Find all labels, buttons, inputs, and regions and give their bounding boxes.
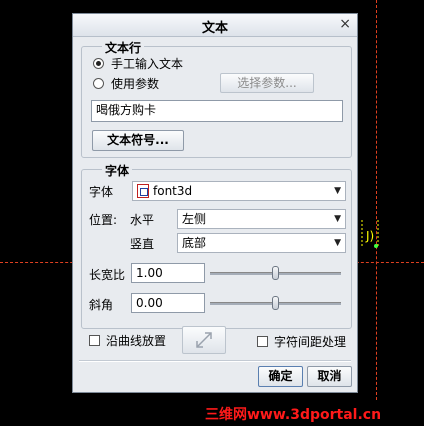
divider	[79, 360, 351, 362]
horizontal-value: 左侧	[182, 212, 207, 226]
font-group-title: 字体	[102, 162, 133, 179]
manual-input-label: 手工输入文本	[111, 57, 184, 71]
aspect-slider-thumb[interactable]	[272, 266, 279, 280]
font-label: 字体	[89, 185, 114, 199]
along-curve-checkbox[interactable]	[89, 335, 100, 346]
font-select[interactable]: font3d ▼	[132, 181, 346, 201]
text-line-group-title: 文本行	[102, 39, 145, 56]
chevron-down-icon: ▼	[334, 238, 341, 248]
text-input[interactable]: 喝俄方购卡	[91, 100, 343, 122]
manual-input-radio[interactable]	[93, 58, 104, 69]
horizontal-label: 水平	[130, 213, 155, 227]
close-icon[interactable]: ×	[339, 16, 351, 32]
kerning-label: 字符间距处理	[274, 335, 347, 349]
horizontal-select[interactable]: 左侧 ▼	[177, 209, 346, 229]
dialog-title: 文本	[201, 21, 228, 36]
flip-direction-button[interactable]	[182, 326, 226, 354]
aspect-label: 长宽比	[89, 268, 126, 282]
aspect-input[interactable]: 1.00	[131, 263, 205, 283]
font-value: font3d	[153, 184, 193, 198]
text-line-group: 文本行 手工输入文本 使用参数 选择参数... 喝俄方购卡 文本符号...	[81, 39, 352, 158]
along-curve-label: 沿曲线放置	[106, 334, 167, 348]
chevron-down-icon: ▼	[334, 214, 341, 224]
position-label: 位置:	[89, 213, 118, 227]
vertical-value: 底部	[182, 236, 207, 250]
text-dialog: 文本 × 文本行 手工输入文本 使用参数 选择参数... 喝俄方购卡 文本符号.…	[72, 13, 358, 393]
text-preview-marker: J)	[361, 220, 379, 248]
slant-label: 斜角	[89, 298, 114, 312]
flip-direction-icon	[196, 332, 212, 348]
slant-slider-thumb[interactable]	[272, 296, 279, 310]
slant-input[interactable]: 0.00	[131, 293, 205, 313]
ok-button[interactable]: 确定	[258, 366, 303, 387]
use-param-label: 使用参数	[111, 77, 160, 91]
vertical-label: 竖直	[130, 237, 155, 251]
use-param-radio[interactable]	[93, 78, 104, 89]
font-group: 字体 字体 font3d ▼ 位置: 水平 左侧 ▼ 竖直 底部 ▼ 长宽比 1…	[81, 162, 352, 329]
text-symbol-button[interactable]: 文本符号...	[92, 130, 184, 151]
svg-text:J): J)	[365, 229, 374, 243]
vertical-select[interactable]: 底部 ▼	[177, 233, 346, 253]
font-icon	[137, 184, 149, 198]
kerning-checkbox[interactable]	[257, 336, 268, 347]
select-param-button[interactable]: 选择参数...	[220, 73, 314, 93]
watermark: 三维网www.3dportal.cn	[205, 407, 382, 423]
datum-line-vertical	[376, 0, 377, 400]
chevron-down-icon: ▼	[334, 186, 341, 196]
cancel-button[interactable]: 取消	[307, 366, 352, 387]
title-bar[interactable]: 文本 ×	[73, 14, 357, 37]
